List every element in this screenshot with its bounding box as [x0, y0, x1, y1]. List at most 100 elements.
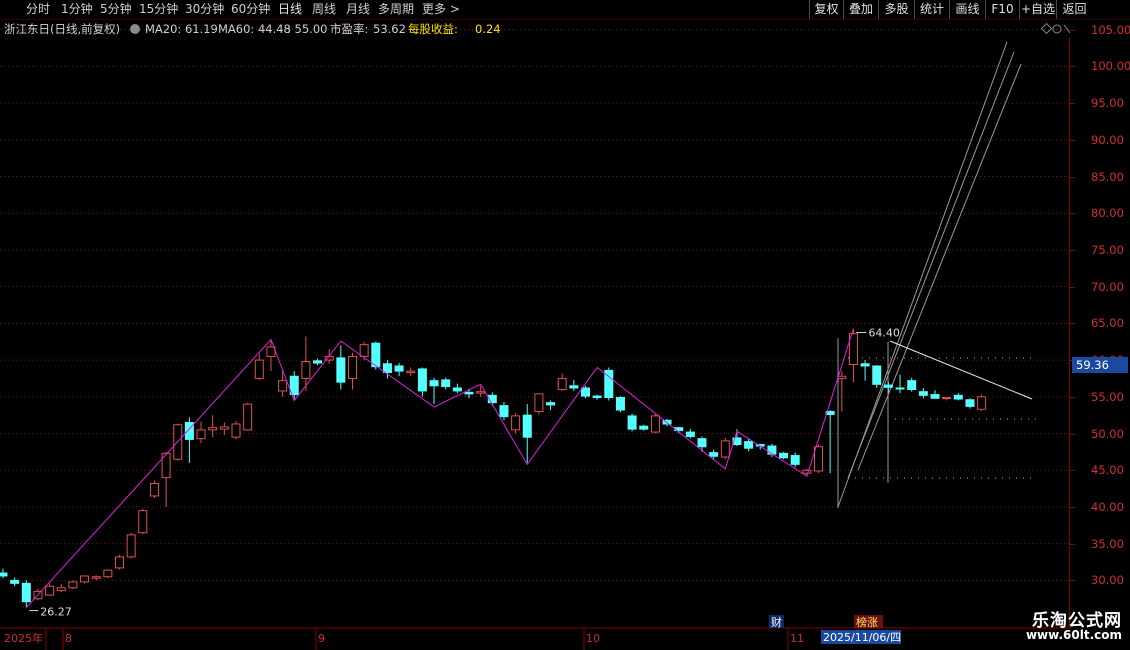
price-tick-label: 55.00	[1091, 389, 1124, 404]
candle-body	[860, 363, 870, 367]
candle-body	[441, 379, 451, 388]
tab-3[interactable]: 15分钟	[139, 0, 178, 19]
candle-body	[254, 359, 264, 379]
toolbar-button-0[interactable]: 复权	[809, 0, 843, 19]
toolbar-button-7[interactable]: 返回	[1056, 0, 1092, 19]
price-tick	[1070, 103, 1075, 105]
price-value: : 55.00	[287, 22, 328, 36]
candle-body	[45, 585, 55, 596]
rank-up-marker: 榜涨	[856, 615, 878, 629]
candle-body	[557, 377, 567, 390]
candle-body	[348, 355, 357, 379]
stock-name[interactable]: 浙江东日(日线,前复权)	[4, 20, 120, 38]
price-tick	[1070, 396, 1075, 398]
price-tick-label: 45.00	[1091, 463, 1124, 478]
toolbar-button-6[interactable]: +自选	[1019, 0, 1056, 19]
candle-body	[313, 360, 323, 364]
channel-line	[847, 51, 1015, 479]
price-tick-label: 40.00	[1091, 499, 1124, 514]
settings-dot-icon[interactable]	[130, 24, 140, 34]
candle-body	[184, 422, 194, 440]
candle-body	[511, 415, 521, 431]
candle-body	[278, 380, 288, 392]
tab-2[interactable]: 5分钟	[100, 0, 132, 19]
candle-body	[382, 363, 392, 374]
price-axis[interactable]: 105.00 100.00 95.00 90.00 85.00 80.00 75.00 70.…	[1070, 23, 1130, 628]
price-tick-label: 85.00	[1091, 169, 1124, 184]
toolbar-button-4[interactable]: 画线	[949, 0, 985, 19]
toolbar-button-3[interactable]: 统计	[914, 0, 949, 19]
eps-label: 每股收益:	[408, 22, 458, 36]
candle-body	[91, 576, 101, 579]
toolbar-button-1[interactable]: 叠加	[843, 0, 878, 19]
price-tick	[1070, 66, 1075, 68]
price-tick-label: 105.00	[1091, 22, 1130, 37]
tab-4[interactable]: 30分钟	[185, 0, 224, 19]
candle-body	[429, 380, 439, 387]
year-label: 2025年	[4, 631, 43, 645]
toolbar-button-2[interactable]: 多股	[878, 0, 914, 19]
candle-body	[802, 469, 812, 474]
channel-line	[857, 63, 1022, 471]
tab-6[interactable]: 日线	[278, 0, 302, 19]
circle-icon	[1052, 24, 1062, 34]
candle-body	[231, 423, 241, 438]
candle-body	[68, 581, 78, 589]
ma60-value: MA60: 44.48	[218, 22, 291, 36]
candle-body	[464, 391, 474, 395]
candle-body	[650, 415, 660, 433]
candle-body	[406, 370, 416, 374]
low-label: 26.27	[40, 606, 72, 619]
candle-body	[977, 396, 987, 410]
month-label: 11	[790, 632, 804, 645]
candle-body	[872, 365, 882, 385]
tab-8[interactable]: 月线	[346, 0, 370, 19]
price-tick	[1070, 139, 1075, 141]
price-tick	[1070, 323, 1075, 325]
tab-10[interactable]: 更多 >	[422, 0, 460, 19]
eps-value: 0.24	[475, 22, 501, 36]
cursor-date: 2025/11/06/四	[823, 631, 901, 644]
tab-7[interactable]: 周线	[312, 0, 336, 19]
price-tick-label: 75.00	[1091, 242, 1124, 257]
kline-chart[interactable]: 26.27 64.40 2025年 8 9 10 11 2025/11/06/四 财 榜涨	[0, 0, 1070, 650]
price-tick	[1070, 543, 1075, 545]
finance-marker: 财	[771, 615, 782, 629]
candle-body	[744, 441, 754, 449]
price-tick	[1070, 506, 1075, 508]
candle-body	[907, 380, 917, 390]
candle-body	[942, 397, 952, 400]
price-tick	[1070, 29, 1075, 31]
watermark-url: www.60lt.com	[1025, 628, 1122, 642]
price-tick-label: 65.00	[1091, 316, 1124, 331]
tab-5[interactable]: 60分钟	[231, 0, 270, 19]
candle-body	[126, 534, 136, 558]
high-label: 64.40	[868, 327, 900, 340]
candle-body	[219, 426, 229, 430]
zigzag-line	[25, 328, 854, 608]
period-toolbar: 分时 1分钟 5分钟 15分钟 30分钟 60分钟 日线 周线 月线 多周期 更多 > 复权 叠加 多股统…	[0, 0, 1130, 20]
price-tick	[1070, 213, 1075, 215]
price-tick	[1070, 176, 1075, 178]
pe-value: 53.62	[373, 22, 406, 36]
candle-body	[720, 440, 730, 458]
candle-body	[371, 342, 381, 368]
toolbar-button-5[interactable]: F10	[985, 0, 1019, 19]
candle-body	[196, 429, 206, 440]
candle-body	[767, 445, 777, 455]
price-tick-label: 70.00	[1091, 279, 1124, 294]
price-tick	[1070, 470, 1075, 472]
tab-9[interactable]: 多周期	[378, 0, 414, 19]
candle-body	[534, 393, 544, 413]
tab-1[interactable]: 1分钟	[61, 0, 93, 19]
tab-0[interactable]: 分时	[26, 0, 50, 19]
candle-body	[546, 402, 556, 406]
diamond-icon	[1040, 22, 1053, 35]
price-tick-label: 100.00	[1091, 59, 1130, 74]
candle-body	[499, 405, 509, 418]
price-tick	[1070, 286, 1075, 288]
candle-body	[685, 431, 695, 437]
candle-body	[452, 387, 462, 392]
candle-body	[883, 384, 893, 388]
candle-body	[581, 387, 590, 397]
